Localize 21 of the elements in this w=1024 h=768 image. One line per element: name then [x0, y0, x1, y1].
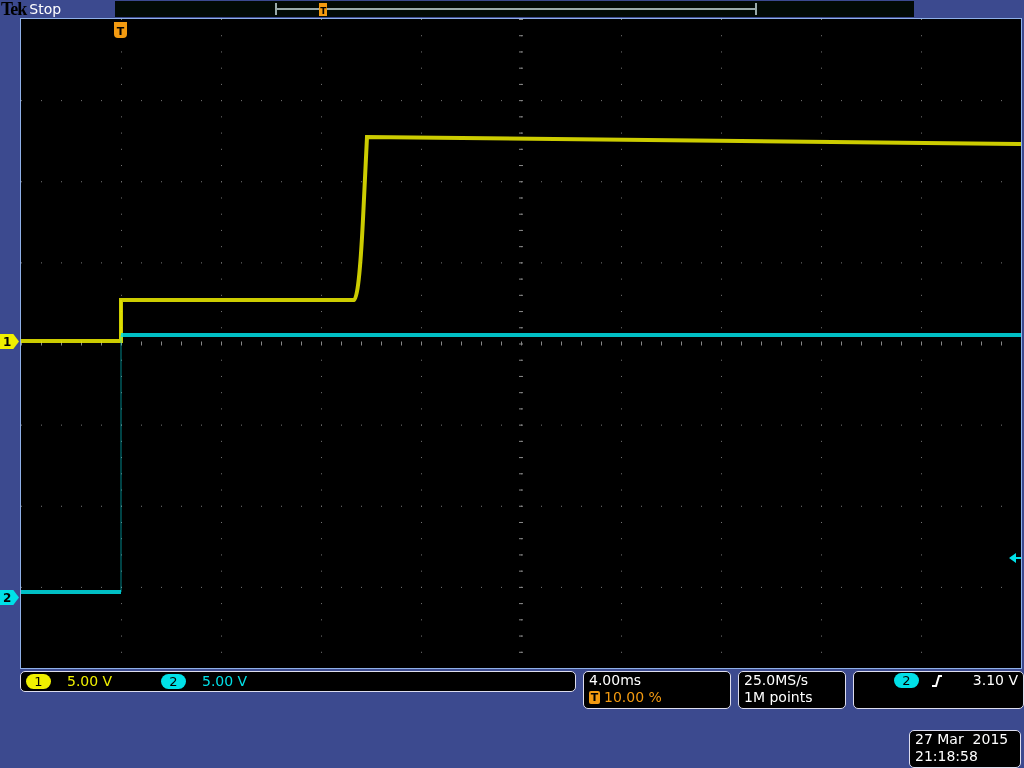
- channel-scale: 5.00 V: [67, 673, 114, 690]
- trigger-position-marker: T: [319, 3, 328, 16]
- trigger-level-icon: [1009, 553, 1021, 563]
- channel-marker: 1: [0, 334, 19, 349]
- trigger-icon: T: [589, 691, 600, 704]
- trigger-source-badge: 2: [893, 673, 919, 688]
- channel-badge: 1: [26, 674, 51, 689]
- channel-marker: 2: [0, 590, 19, 605]
- time-scale: 4.00ms: [589, 672, 643, 689]
- trigger-marker: T: [114, 22, 127, 38]
- trigger-position: 10.00 %: [604, 689, 662, 706]
- brand-logo: Tek: [1, 0, 27, 18]
- channel-badge: 2: [161, 674, 186, 689]
- date: 27 Mar 2015: [915, 731, 1010, 748]
- time: 21:18:58: [915, 748, 979, 765]
- trigger-level: 3.10 V: [972, 672, 1018, 689]
- sample-rate: 25.0MS/s: [744, 672, 810, 689]
- acquisition-status: Stop: [29, 0, 63, 18]
- channel-scale: 5.00 V: [202, 673, 249, 690]
- rising-edge-icon: [930, 674, 943, 687]
- record-length: 1M points: [744, 689, 814, 706]
